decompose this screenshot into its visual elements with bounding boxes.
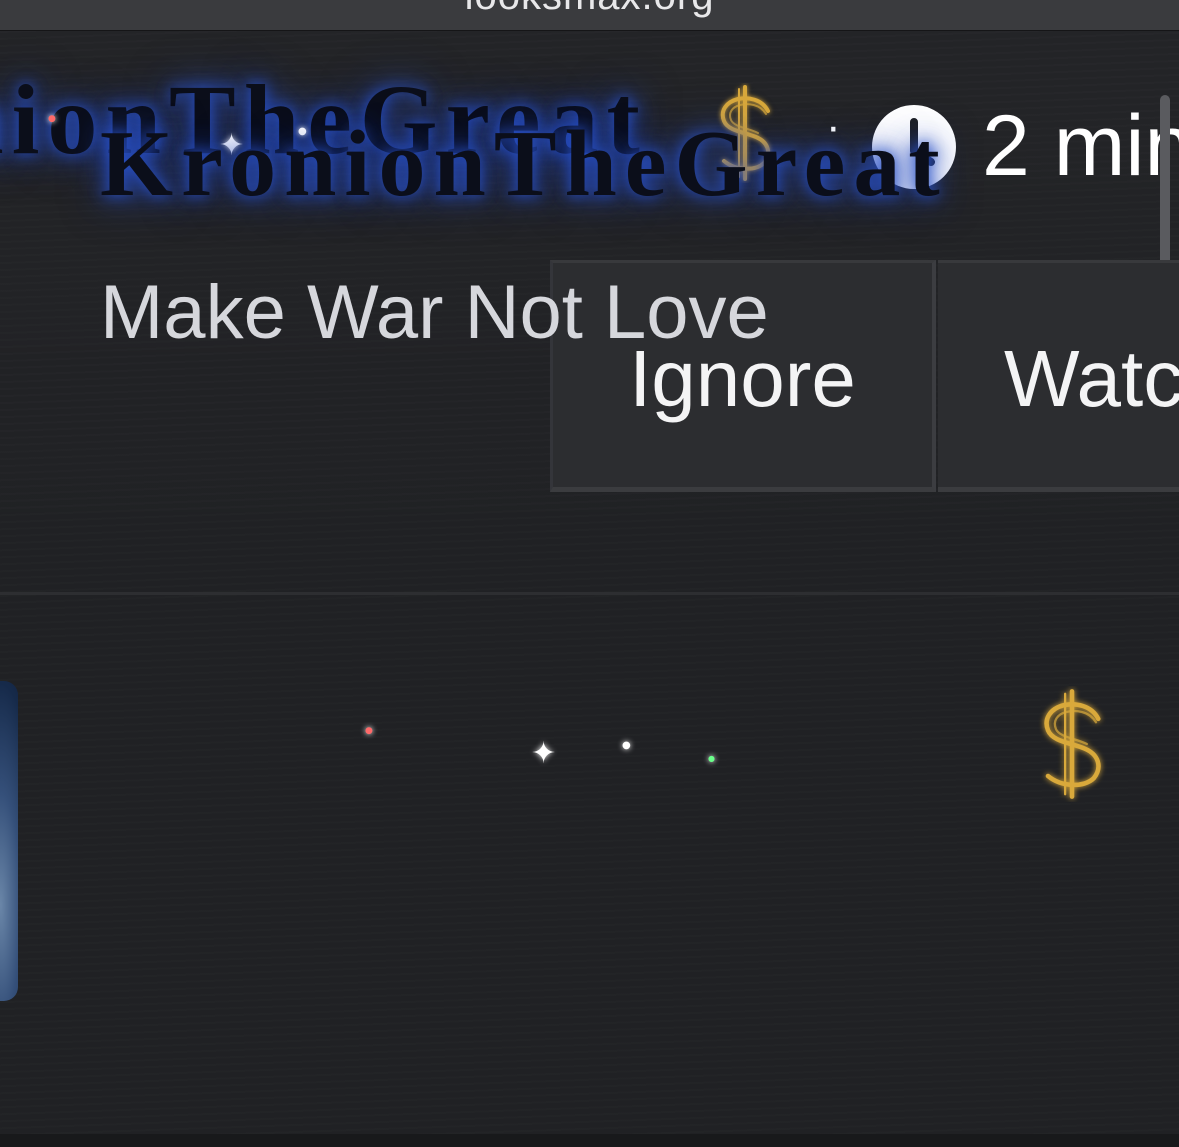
post-username-link[interactable]: KronionTheGreat (100, 104, 948, 224)
url-text[interactable]: looksmax.org (0, 0, 1179, 19)
page: looksmax.org nionTheGreat ✦ ● ● · 2 min … (0, 0, 1179, 1147)
post-message (0, 595, 1179, 1147)
user-title: Make War Not Love (100, 270, 769, 355)
avatar[interactable] (0, 681, 18, 1001)
watch-button[interactable]: Watc (938, 260, 1179, 492)
dollar-sign-icon (1044, 689, 1101, 799)
bottom-edge (0, 1134, 1179, 1147)
browser-url-bar[interactable]: looksmax.org (0, 0, 1179, 31)
post-time[interactable]: 2 min (982, 96, 1179, 196)
